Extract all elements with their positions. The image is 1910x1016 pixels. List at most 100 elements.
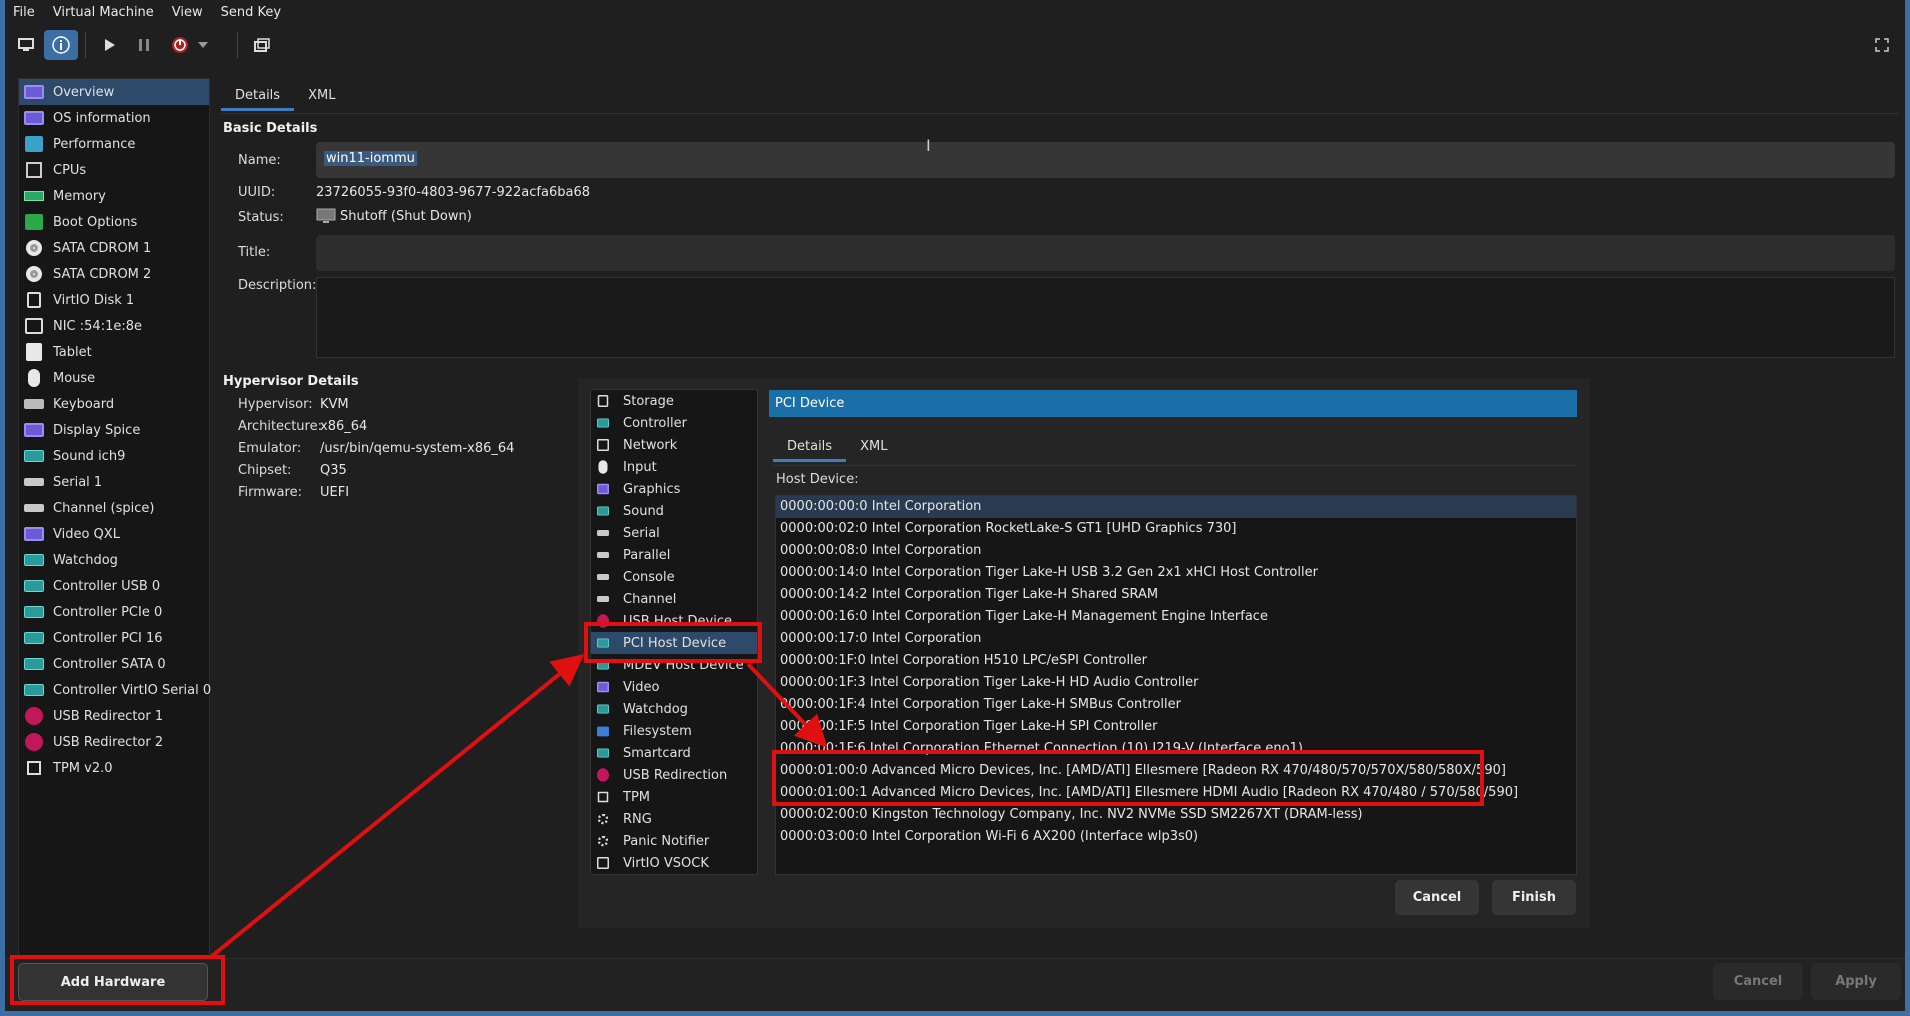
dialog-finish-button[interactable]: Finish — [1492, 880, 1576, 915]
sidebar-item[interactable]: CPUs — [19, 157, 209, 183]
chipset-label: Chipset: — [238, 463, 292, 478]
sidebar-item[interactable]: SATA CDROM 1 — [19, 235, 209, 261]
title-field[interactable] — [316, 235, 1895, 271]
description-field[interactable] — [316, 277, 1895, 358]
sidebar-item[interactable]: Channel (spice) — [19, 495, 209, 521]
name-field[interactable]: win11-iommu — [316, 142, 1895, 178]
dropdown-arrow-icon[interactable] — [193, 30, 213, 60]
clone-icon[interactable] — [245, 30, 279, 60]
cancel-button[interactable]: Cancel — [1713, 963, 1803, 1000]
host-device-row[interactable]: 0000:00:1F:5 Intel Corporation Tiger Lak… — [776, 716, 1576, 738]
apply-button[interactable]: Apply — [1811, 963, 1901, 1000]
sidebar-item[interactable]: SATA CDROM 2 — [19, 261, 209, 287]
menu-virtual-machine[interactable]: Virtual Machine — [53, 5, 154, 20]
sidebar-item-label: Mouse — [53, 370, 96, 386]
uuid-value: 23726055-93f0-4803-9677-922acfa6ba68 — [316, 185, 590, 200]
sidebar-item[interactable]: Boot Options — [19, 209, 209, 235]
sidebar-item[interactable]: Watchdog — [19, 547, 209, 573]
sidebar-item[interactable]: Serial 1 — [19, 469, 209, 495]
play-icon[interactable] — [93, 30, 127, 60]
menu-file[interactable]: File — [13, 5, 35, 20]
host-device-row[interactable]: 0000:00:1F:0 Intel Corporation H510 LPC/… — [776, 650, 1576, 672]
sidebar-item[interactable]: Controller SATA 0 — [19, 651, 209, 677]
fullscreen-icon[interactable] — [1865, 30, 1899, 60]
card-icon — [595, 416, 611, 430]
tab-details[interactable]: Details — [221, 81, 295, 111]
host-device-row[interactable]: 0000:00:17:0 Intel Corporation — [776, 628, 1576, 650]
sidebar-item[interactable]: Performance — [19, 131, 209, 157]
host-device-row[interactable]: 0000:02:00:0 Kingston Technology Company… — [776, 804, 1576, 826]
card-icon — [23, 681, 45, 699]
sidebar-item[interactable]: Tablet — [19, 339, 209, 365]
sidebar-item[interactable]: Overview — [19, 79, 209, 105]
hardware-type-item[interactable]: Watchdog — [591, 698, 757, 720]
host-device-row[interactable]: 0000:00:08:0 Intel Corporation — [776, 540, 1576, 562]
sidebar-item-label: Boot Options — [53, 214, 138, 230]
hardware-type-label: Watchdog — [623, 701, 688, 717]
card-icon — [23, 603, 45, 621]
hardware-type-item[interactable]: Smartcard — [591, 742, 757, 764]
hardware-type-label: Video — [623, 679, 660, 695]
host-device-row[interactable]: 0000:00:14:0 Intel Corporation Tiger Lak… — [776, 562, 1576, 584]
hardware-type-label: Parallel — [623, 547, 671, 563]
hardware-type-item[interactable]: Network — [591, 434, 757, 456]
sidebar-item[interactable]: Mouse — [19, 365, 209, 391]
sidebar-item[interactable]: OS information — [19, 105, 209, 131]
sidebar-item[interactable]: Sound ich9 — [19, 443, 209, 469]
tab-xml[interactable]: XML — [294, 81, 349, 111]
sidebar-item[interactable]: Keyboard — [19, 391, 209, 417]
hardware-type-label: RNG — [623, 811, 652, 827]
pci-tab-xml[interactable]: XML — [846, 432, 901, 462]
monitor-icon[interactable] — [9, 30, 43, 60]
hardware-type-item[interactable]: Serial — [591, 522, 757, 544]
sidebar-item[interactable]: USB Redirector 2 — [19, 729, 209, 755]
power-icon[interactable] — [163, 30, 197, 60]
hardware-type-item[interactable]: Graphics — [591, 478, 757, 500]
hardware-type-label: Graphics — [623, 481, 681, 497]
sidebar-item[interactable]: USB Redirector 1 — [19, 703, 209, 729]
hardware-type-item[interactable]: Storage — [591, 390, 757, 412]
host-device-row[interactable]: 0000:03:00:0 Intel Corporation Wi-Fi 6 A… — [776, 826, 1576, 848]
firmware-label: Firmware: — [238, 485, 302, 500]
emulator-label: Emulator: — [238, 441, 302, 456]
screen-icon — [23, 421, 45, 439]
emulator-value: /usr/bin/qemu-system-x86_64 — [320, 441, 515, 456]
host-device-row[interactable]: 0000:00:1F:3 Intel Corporation Tiger Lak… — [776, 672, 1576, 694]
hardware-type-item[interactable]: TPM — [591, 786, 757, 808]
sidebar-item[interactable]: NIC :54:1e:8e — [19, 313, 209, 339]
sidebar-item[interactable]: Display Spice — [19, 417, 209, 443]
sidebar-item[interactable]: Video QXL — [19, 521, 209, 547]
status-value-row: Shutoff (Shut Down) — [316, 208, 472, 224]
sidebar-item[interactable]: Controller VirtIO Serial 0 — [19, 677, 211, 703]
host-device-row[interactable]: 0000:00:00:0 Intel Corporation — [776, 496, 1576, 518]
host-device-row[interactable]: 0000:00:1F:4 Intel Corporation Tiger Lak… — [776, 694, 1576, 716]
host-device-row[interactable]: 0000:00:16:0 Intel Corporation Tiger Lak… — [776, 606, 1576, 628]
sidebar-item[interactable]: Controller PCIe 0 — [19, 599, 209, 625]
info-icon[interactable] — [44, 30, 78, 60]
hardware-type-item[interactable]: Input — [591, 456, 757, 478]
sidebar-item[interactable]: Controller PCI 16 — [19, 625, 209, 651]
hardware-type-item[interactable]: Parallel — [591, 544, 757, 566]
hardware-type-item[interactable]: Video — [591, 676, 757, 698]
host-device-row[interactable]: 0000:00:14:2 Intel Corporation Tiger Lak… — [776, 584, 1576, 606]
pause-icon[interactable] — [127, 30, 161, 60]
sidebar-item[interactable]: Controller USB 0 — [19, 573, 209, 599]
sidebar-item[interactable]: TPM v2.0 — [19, 755, 209, 781]
menu-send-key[interactable]: Send Key — [221, 5, 281, 20]
hardware-type-item[interactable]: VirtIO VSOCK — [591, 852, 757, 874]
sidebar-item[interactable]: VirtIO Disk 1 — [19, 287, 209, 313]
hardware-type-item[interactable]: Controller — [591, 412, 757, 434]
hardware-type-item[interactable]: Console — [591, 566, 757, 588]
hardware-type-item[interactable]: Filesystem — [591, 720, 757, 742]
hardware-type-item[interactable]: Sound — [591, 500, 757, 522]
host-device-row[interactable]: 0000:00:02:0 Intel Corporation RocketLak… — [776, 518, 1576, 540]
dialog-cancel-button[interactable]: Cancel — [1395, 880, 1479, 915]
hardware-type-item[interactable]: Panic Notifier — [591, 830, 757, 852]
hardware-type-item[interactable]: Channel — [591, 588, 757, 610]
sidebar-item[interactable]: Memory — [19, 183, 209, 209]
hardware-type-item[interactable]: USB Redirection — [591, 764, 757, 786]
menu-view[interactable]: View — [172, 5, 203, 20]
text-cursor-icon: I — [926, 136, 931, 155]
hardware-type-item[interactable]: RNG — [591, 808, 757, 830]
pci-tab-details[interactable]: Details — [773, 432, 847, 462]
